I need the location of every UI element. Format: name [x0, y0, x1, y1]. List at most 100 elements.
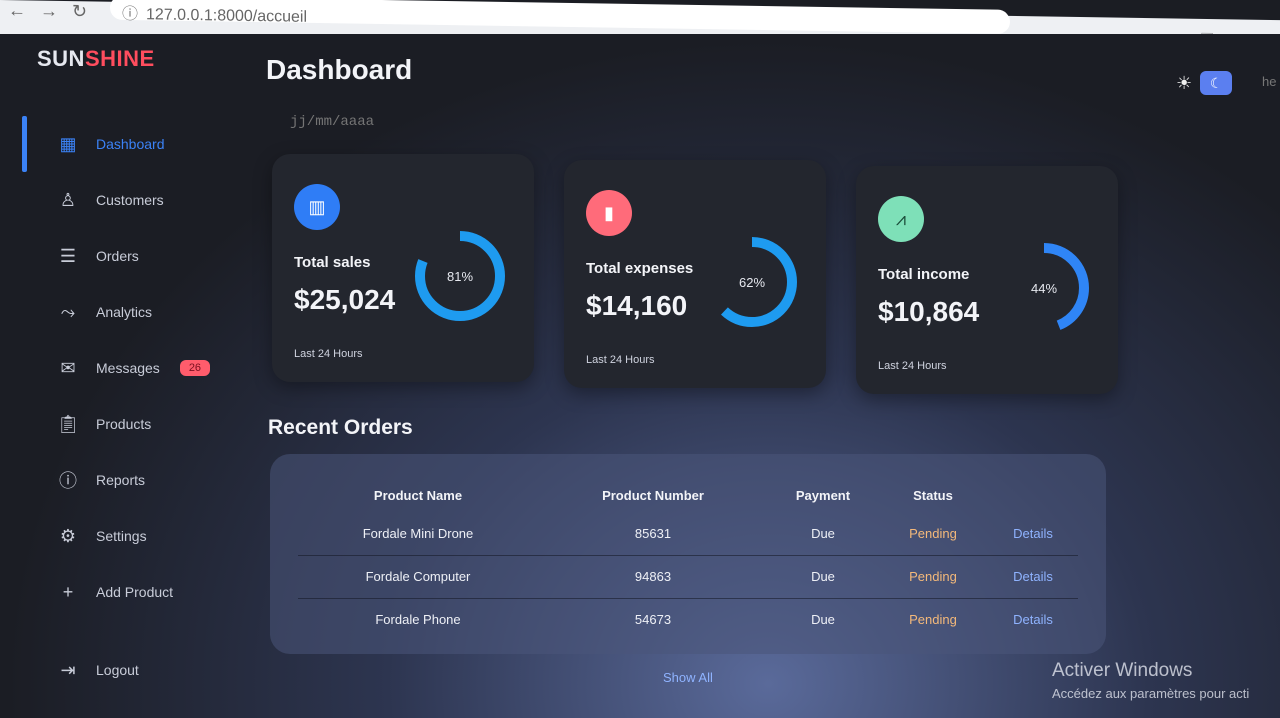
- moon-icon[interactable]: ☾: [1200, 71, 1233, 95]
- table-header-row: Product Name Product Number Payment Stat…: [298, 478, 1078, 512]
- user-icon: ♙: [59, 189, 77, 210]
- table-row: Fordale Computer 94863 Due Pending Detai…: [298, 555, 1078, 599]
- grid-icon: ▦: [59, 133, 77, 154]
- sidebar-item-analytics[interactable]: ⤳ Analytics: [0, 284, 240, 340]
- sidebar-item-label: Orders: [96, 248, 139, 264]
- sidebar-item-messages[interactable]: ✉ Messages 26: [0, 340, 240, 396]
- url-text: 127.0.0.1:8000/accueil: [146, 6, 308, 26]
- details-link[interactable]: Details: [988, 598, 1078, 641]
- plus-icon: +: [62, 581, 74, 602]
- watermark-title: Activer Windows: [1052, 660, 1193, 681]
- reload-icon[interactable]: ↻: [72, 1, 87, 21]
- status-cell: Pending: [909, 612, 957, 628]
- card-label: Total income: [878, 266, 970, 283]
- mail-icon: ✉: [60, 357, 76, 378]
- logo-part-sun: SUN: [37, 46, 85, 71]
- column-header-product-name: Product Name: [373, 487, 463, 503]
- card-footnote: Last 24 Hours: [878, 360, 947, 372]
- recent-orders-table: Product Name Product Number Payment Stat…: [298, 478, 1078, 641]
- card-label: Total expenses: [586, 260, 694, 277]
- status-cell: Pending: [878, 512, 988, 556]
- percent-label: 62%: [738, 274, 766, 290]
- forward-icon[interactable]: →: [40, 1, 58, 21]
- sidebar-item-label: Dashboard: [96, 136, 165, 152]
- sidebar-item-dashboard[interactable]: ▦ Dashboard: [0, 116, 240, 172]
- page-title: Dashboard: [266, 54, 413, 85]
- sidebar-item-customers[interactable]: ♙ Customers: [0, 172, 240, 228]
- show-all-link[interactable]: Show All: [663, 670, 713, 685]
- sidebar-item-add-product[interactable]: + Add Product: [0, 564, 240, 620]
- info-icon[interactable]: ⓘ: [122, 6, 138, 23]
- product-number-cell: 54673: [634, 612, 672, 628]
- payment-cell: Due: [768, 555, 878, 599]
- sidebar-item-orders[interactable]: ☰ Orders: [0, 228, 240, 284]
- table-row: Fordale Phone 54673 Due Pending Details: [298, 598, 1078, 641]
- sidebar-menu: ▦ Dashboard ♙ Customers ☰ Orders ⤳ Analy…: [0, 116, 240, 620]
- sun-icon[interactable]: ☀: [1176, 73, 1192, 94]
- windows-activation-watermark: Activer Windows Accédez aux paramètres p…: [1052, 660, 1249, 701]
- back-icon[interactable]: ←: [8, 0, 26, 20]
- card-value: $25,024: [294, 284, 396, 315]
- percent-label: 44%: [1030, 280, 1058, 296]
- sidebar-item-label: Add Product: [96, 584, 174, 600]
- summary-cards: ▥ Total sales $25,024 81% Last 24 Hours …: [272, 154, 1122, 394]
- sidebar-item-label: Reports: [96, 472, 146, 488]
- logo-part-shine: SHINE: [84, 46, 155, 71]
- column-header-payment: Payment: [795, 487, 851, 503]
- table-row: Fordale Mini Drone 85631 Due Pending Det…: [298, 512, 1078, 556]
- product-number-cell: 94863: [538, 555, 768, 599]
- column-header-product-number: Product Number: [602, 487, 704, 503]
- sidebar-item-label: Analytics: [96, 304, 153, 320]
- card-value: $10,864: [878, 296, 980, 327]
- gear-icon: ⚙: [59, 525, 77, 546]
- bar-chart-icon: ▥: [294, 184, 340, 230]
- brand-logo[interactable]: SUNSHINE: [37, 46, 155, 72]
- percent-label: 81%: [446, 268, 474, 284]
- main-content: Dashboard ☀ ☾ he ▥ Total sales $25,024 8…: [266, 34, 1280, 718]
- status-cell: Pending: [878, 555, 988, 599]
- watermark-subtitle: Accédez aux paramètres pour acti: [1052, 686, 1250, 701]
- card-footnote: Last 24 Hours: [586, 354, 655, 366]
- product-name-cell: Fordale Phone: [375, 612, 461, 628]
- sidebar-item-products[interactable]: 📋︎ Products: [0, 396, 240, 452]
- logout-icon: ⇥: [60, 659, 76, 680]
- theme-toggle[interactable]: ☀ ☾: [1176, 71, 1233, 95]
- sidebar-item-reports[interactable]: ⓘ Reports: [0, 452, 240, 508]
- logout-button[interactable]: ⇥ Logout: [0, 642, 139, 698]
- browser-nav: ← → ↻: [8, 0, 101, 22]
- alert-icon: ⓘ: [59, 471, 77, 491]
- sidebar-item-label: Products: [96, 416, 152, 432]
- column-header-action: [988, 478, 1078, 512]
- logout-label: Logout: [96, 662, 139, 678]
- sidebar-item-settings[interactable]: ⚙ Settings: [0, 508, 240, 564]
- details-link[interactable]: Details: [988, 555, 1078, 599]
- product-name-cell: Fordale Computer: [298, 555, 538, 599]
- card-label: Total sales: [294, 254, 371, 271]
- sidebar-item-label: Messages: [96, 360, 160, 376]
- sidebar-item-label: Customers: [96, 192, 164, 208]
- expenses-card: ▮ Total expenses $14,160 62% Last 24 Hou…: [564, 160, 826, 388]
- card-value: $14,160: [586, 290, 688, 321]
- income-card: ⩘ Total income $10,864 44% Last 24 Hours: [856, 166, 1118, 394]
- recent-orders-table-panel: Product Name Product Number Payment Stat…: [270, 454, 1106, 654]
- product-name-cell: Fordale Mini Drone: [298, 512, 538, 556]
- sidebar: SUNSHINE ▦ Dashboard ♙ Customers ☰ Order…: [0, 34, 240, 718]
- clipboard-icon: 📋︎: [56, 413, 80, 434]
- trend-icon: ⩘: [878, 196, 924, 242]
- details-link[interactable]: Details: [988, 512, 1078, 556]
- product-number-cell: 85631: [538, 512, 768, 556]
- receipt-icon: ☰: [59, 245, 77, 266]
- bar-chart-icon: ▮: [586, 190, 632, 236]
- profile-greeting: he: [1262, 74, 1277, 89]
- app-container: SUNSHINE ▦ Dashboard ♙ Customers ☰ Order…: [0, 34, 1280, 718]
- analytics-icon: ⤳: [60, 301, 76, 322]
- recent-orders-title: Recent Orders: [268, 416, 413, 439]
- sales-card: ▥ Total sales $25,024 81% Last 24 Hours: [272, 154, 534, 382]
- date-input[interactable]: [290, 114, 410, 130]
- payment-cell: Due: [811, 612, 835, 628]
- payment-cell: Due: [768, 512, 878, 556]
- messages-count-badge: 26: [179, 360, 211, 376]
- address-bar[interactable]: ⓘ 127.0.0.1:8000/accueil: [110, 0, 1010, 34]
- sidebar-item-label: Settings: [96, 528, 147, 544]
- card-footnote: Last 24 Hours: [294, 348, 363, 360]
